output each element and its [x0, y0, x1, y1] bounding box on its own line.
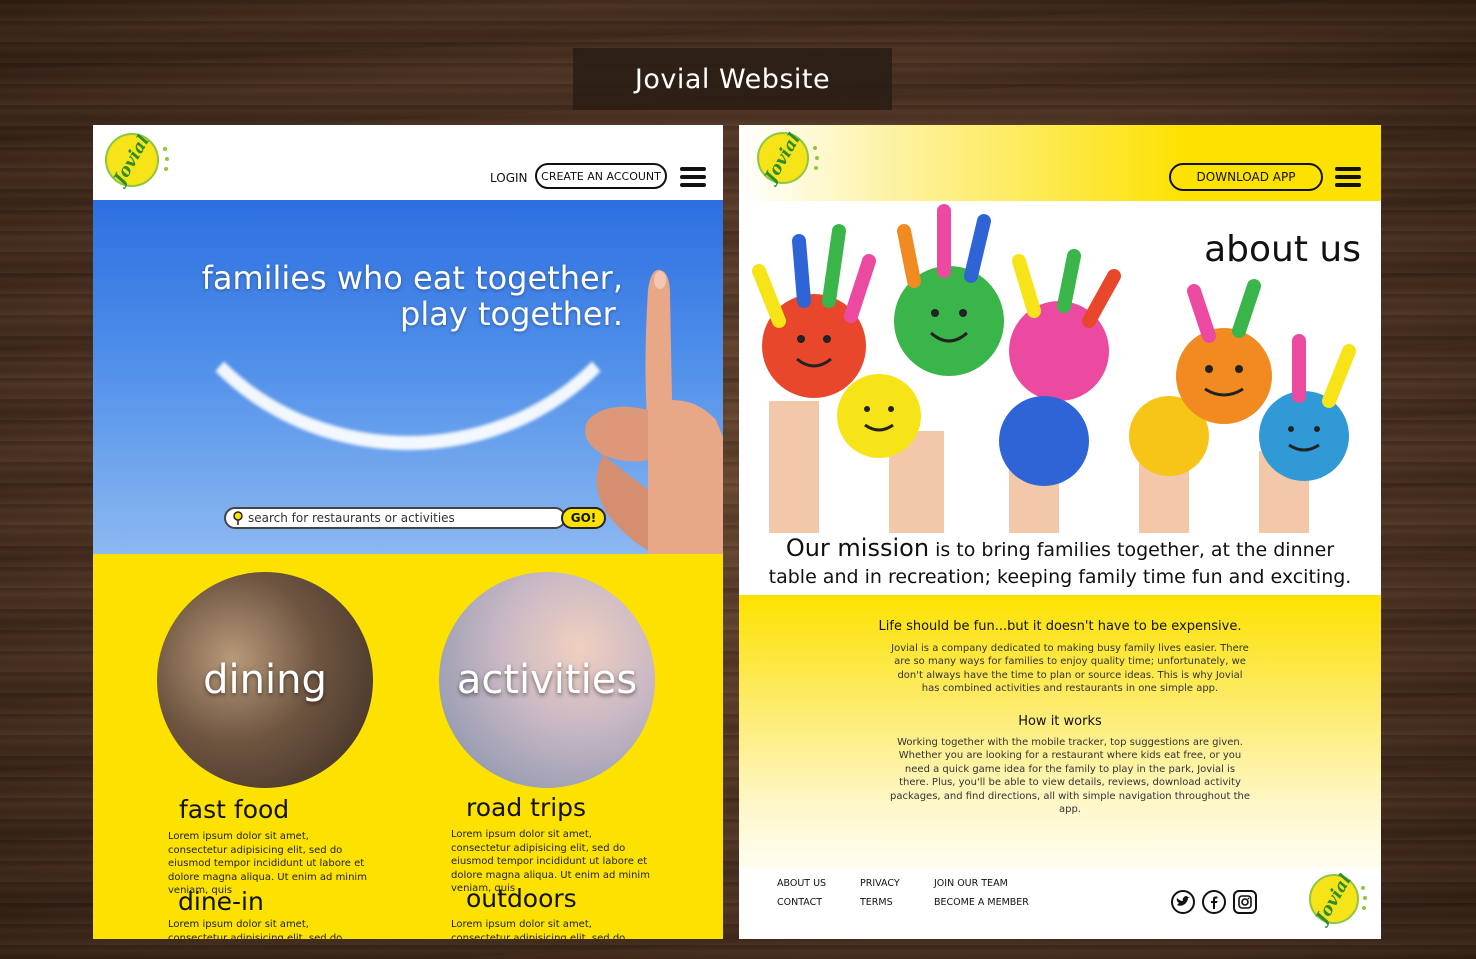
mission-text-2: table and in recreation; keeping family …	[768, 566, 1352, 588]
footer-join-team-link[interactable]: JOIN OUR TEAM	[934, 878, 1008, 889]
section-text-outdoors: Lorem ipsum dolor sit amet, consectetur …	[451, 919, 626, 939]
logo-dot	[164, 167, 168, 171]
search-input[interactable]: search for restaurants or activities	[224, 507, 566, 529]
facebook-icon[interactable]	[1202, 890, 1226, 914]
mission-statement: Our mission is to bring families togethe…	[739, 535, 1381, 591]
search-placeholder: search for restaurants or activities	[248, 511, 455, 525]
footer-about-us-link[interactable]: ABOUT US	[777, 878, 826, 889]
section-title-dine-in[interactable]: dine-in	[178, 887, 264, 916]
jovial-logo[interactable]: Jovial	[105, 131, 169, 189]
site-footer: ABOUT US CONTACT PRIVACY TERMS JOIN OUR …	[739, 868, 1381, 939]
section-title-outdoors[interactable]: outdoors	[466, 884, 577, 913]
home-header: Jovial LOGIN CREATE AN ACCOUNT	[93, 125, 723, 200]
banner-title: Jovial Website	[573, 48, 892, 110]
menu-icon[interactable]	[1335, 167, 1361, 187]
mission-text-1: is to bring families together, at the di…	[929, 539, 1335, 561]
about-header: Jovial DOWNLOAD APP	[739, 125, 1381, 201]
homepage-mockup: Jovial LOGIN CREATE AN ACCOUNT families …	[93, 125, 723, 939]
jovial-logo-footer[interactable]: Jovial	[1309, 870, 1367, 928]
hero-banner: families who eat together, play together…	[93, 200, 723, 554]
about-us-title: about us	[1204, 229, 1361, 270]
hero-tagline: families who eat together, play together…	[202, 260, 623, 332]
section-title-fast-food[interactable]: fast food	[179, 795, 289, 824]
location-pin-icon	[233, 511, 243, 525]
about-info-section: Life should be fun...but it doesn't have…	[739, 595, 1381, 868]
how-it-works-body: Working together with the mobile tracker…	[889, 737, 1250, 816]
twitter-icon[interactable]	[1171, 890, 1195, 914]
menu-icon[interactable]	[680, 167, 706, 187]
logo-dot	[1362, 906, 1366, 910]
about-page-mockup: Jovial DOWNLOAD APP about us Our mission…	[739, 125, 1381, 939]
logo-text: Jovial	[1312, 870, 1356, 928]
how-it-works-heading: How it works	[1018, 714, 1102, 729]
instagram-icon[interactable]	[1233, 890, 1257, 914]
tagline-line-1: families who eat together,	[201, 259, 623, 297]
logo-text: Jovial	[761, 129, 805, 187]
activities-category[interactable]: activities	[439, 572, 655, 788]
logo-dot	[814, 166, 818, 170]
go-button[interactable]: GO!	[561, 507, 606, 529]
create-account-button[interactable]: CREATE AN ACCOUNT	[535, 163, 667, 189]
logo-dot	[165, 157, 169, 161]
footer-terms-link[interactable]: TERMS	[860, 897, 893, 908]
life-body: Jovial is a company dedicated to making …	[891, 643, 1249, 695]
life-heading: Life should be fun...but it doesn't have…	[878, 619, 1242, 634]
logo-dot	[1361, 886, 1365, 890]
logo-dot	[1363, 896, 1367, 900]
section-title-road-trips[interactable]: road trips	[466, 793, 586, 822]
dining-label: dining	[203, 657, 327, 703]
footer-privacy-link[interactable]: PRIVACY	[860, 878, 900, 889]
dining-category[interactable]: dining	[157, 572, 373, 788]
tagline-line-2: play together.	[400, 295, 623, 333]
mission-lead: Our mission	[785, 534, 930, 562]
logo-text: Jovial	[110, 131, 154, 189]
download-app-button[interactable]: DOWNLOAD APP	[1169, 163, 1323, 191]
activities-label: activities	[456, 657, 638, 703]
footer-become-member-link[interactable]: BECOME A MEMBER	[934, 897, 1029, 908]
logo-dot	[813, 146, 817, 150]
login-link[interactable]: LOGIN	[490, 171, 528, 185]
footer-contact-link[interactable]: CONTACT	[777, 897, 822, 908]
jovial-logo[interactable]: Jovial	[757, 129, 819, 187]
section-text-dine-in: Lorem ipsum dolor sit amet, consectetur …	[168, 919, 343, 939]
logo-dot	[815, 156, 819, 160]
logo-dot	[163, 147, 167, 151]
